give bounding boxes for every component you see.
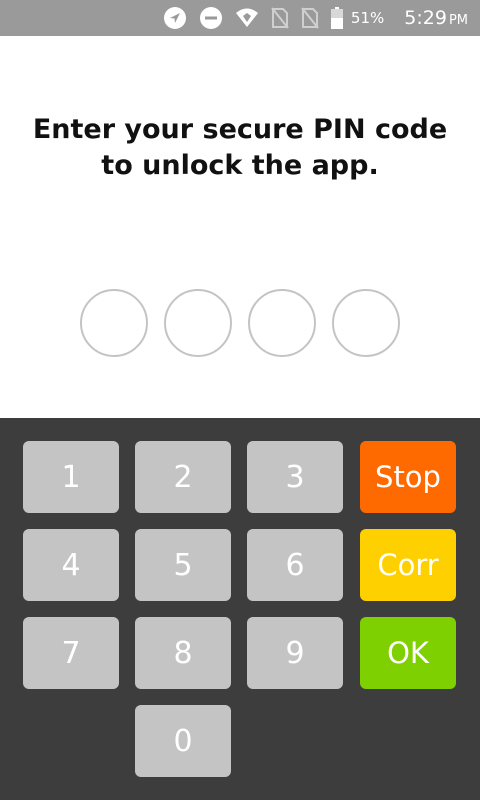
correct-button[interactable]: Corr <box>360 529 456 601</box>
key-8[interactable]: 8 <box>135 617 231 689</box>
ok-button[interactable]: OK <box>360 617 456 689</box>
key-6[interactable]: 6 <box>247 529 343 601</box>
no-sim-icon <box>271 7 289 29</box>
wifi-icon <box>235 7 259 29</box>
pin-dot-2 <box>164 289 232 357</box>
key-1[interactable]: 1 <box>23 441 119 513</box>
key-2[interactable]: 2 <box>135 441 231 513</box>
location-arrow-icon <box>163 6 187 30</box>
clock-ampm: PM <box>448 13 468 28</box>
pin-prompt: Enter your secure PIN code to unlock the… <box>32 114 448 181</box>
key-7[interactable]: 7 <box>23 617 119 689</box>
clock-time: 5:29 <box>404 7 447 29</box>
do-not-disturb-icon <box>199 6 223 30</box>
key-4[interactable]: 4 <box>23 529 119 601</box>
key-5[interactable]: 5 <box>135 529 231 601</box>
stop-button[interactable]: Stop <box>360 441 456 513</box>
no-sim-icon <box>301 7 319 29</box>
key-3[interactable]: 3 <box>247 441 343 513</box>
pin-dot-4 <box>332 289 400 357</box>
battery-percent: 51% <box>350 9 385 27</box>
key-9[interactable]: 9 <box>247 617 343 689</box>
status-bar: 51% 5:29 PM <box>0 0 480 36</box>
key-0[interactable]: 0 <box>135 705 231 777</box>
pin-dot-1 <box>80 289 148 357</box>
battery-icon <box>330 7 343 29</box>
clock: 5:29 PM <box>404 7 468 29</box>
pin-indicator <box>80 289 400 357</box>
pin-dot-3 <box>248 289 316 357</box>
keypad: 1 2 3 Stop 4 5 6 Corr 7 8 9 OK 0 <box>0 418 480 800</box>
